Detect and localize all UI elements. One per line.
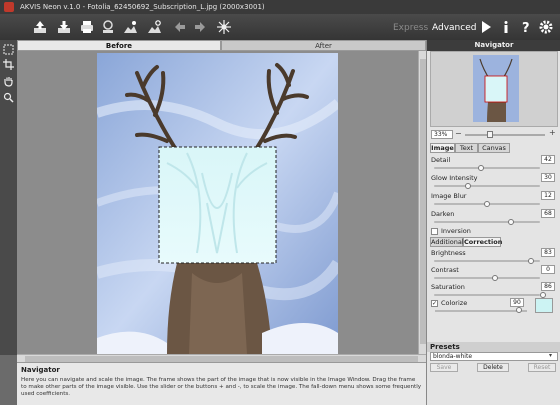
window-title: AKVIS Neon v.1.0 - Fotolia_62450692_Subs… <box>20 3 265 11</box>
mode-express-button[interactable]: Express <box>393 23 428 33</box>
param-value-input[interactable]: 86 <box>541 282 555 291</box>
gear-icon[interactable] <box>536 17 556 37</box>
param-slider[interactable] <box>434 277 540 279</box>
param-label: Brightness <box>431 249 466 257</box>
process-icon[interactable] <box>214 17 234 37</box>
hand-tool-icon[interactable] <box>2 75 15 88</box>
undo-icon[interactable] <box>170 17 190 37</box>
main-toolbar: Express Advanced ? <box>0 14 560 40</box>
view-tabs: Before After <box>17 40 426 51</box>
colorize-slider[interactable] <box>435 310 527 312</box>
tab-text[interactable]: Text <box>455 143 478 153</box>
param-label: Image Blur <box>431 192 467 200</box>
param-value-input[interactable]: 30 <box>541 173 555 182</box>
settings-panel: Navigator 33% − + Image Text Canvas Deta… <box>426 40 560 405</box>
preset-select[interactable]: blonda-white <box>430 352 558 361</box>
slider-knob[interactable] <box>484 201 490 207</box>
zoom-out-icon[interactable]: − <box>455 129 463 139</box>
tab-after[interactable]: After <box>221 40 426 51</box>
slider-knob[interactable] <box>492 275 498 281</box>
slider-knob[interactable] <box>465 183 471 189</box>
vertical-scrollbar[interactable] <box>418 51 426 354</box>
inversion-label: Inversion <box>441 227 471 235</box>
colorize-checkbox[interactable]: ✓ <box>431 300 438 307</box>
crop-tool-icon[interactable] <box>2 58 15 71</box>
info-icon[interactable] <box>496 17 516 37</box>
save-file-icon[interactable] <box>54 17 74 37</box>
inversion-checkbox[interactable] <box>431 228 438 235</box>
mode-advanced-button[interactable]: Advanced <box>432 23 476 33</box>
run-icon[interactable] <box>476 17 496 37</box>
colorize-color-swatch[interactable] <box>535 298 553 313</box>
help-title: Navigator <box>21 366 60 374</box>
param-slider[interactable] <box>434 294 540 296</box>
help-icon[interactable]: ? <box>516 17 536 37</box>
colorize-slider-knob[interactable] <box>516 307 522 313</box>
navigator-box <box>430 51 558 127</box>
param-label: Contrast <box>431 266 459 274</box>
tab-canvas[interactable]: Canvas <box>478 143 510 153</box>
title-bar: AKVIS Neon v.1.0 - Fotolia_62450692_Subs… <box>0 0 560 14</box>
navigator-title: Navigator <box>427 40 560 51</box>
slider-knob[interactable] <box>528 258 534 264</box>
colorize-label: Colorize <box>441 299 468 307</box>
param-slider[interactable] <box>434 221 540 223</box>
share-icon[interactable] <box>98 17 118 37</box>
zoom-in-icon[interactable]: + <box>549 128 557 138</box>
help-text: Here you can navigate and scale the imag… <box>21 377 422 397</box>
chevron-down-icon[interactable]: ▾ <box>549 352 552 359</box>
open-file-icon[interactable] <box>30 17 50 37</box>
param-value-input[interactable]: 0 <box>541 265 555 274</box>
param-label: Detail <box>431 156 451 164</box>
app-logo-icon <box>4 2 14 12</box>
param-slider[interactable] <box>434 167 540 169</box>
tab-image[interactable]: Image <box>430 143 455 153</box>
colorize-value-input[interactable]: 90 <box>510 298 524 307</box>
slider-knob[interactable] <box>508 219 514 225</box>
param-label: Glow Intensity <box>431 174 478 182</box>
reset-preset-button[interactable]: Reset <box>528 363 556 372</box>
batch-settings-icon[interactable] <box>144 17 164 37</box>
presets-title: Presets <box>427 342 560 352</box>
zoom-tool-icon[interactable] <box>2 91 15 104</box>
delete-preset-button[interactable]: Delete <box>477 363 509 372</box>
slider-knob[interactable] <box>478 165 484 171</box>
param-value-input[interactable]: 68 <box>541 209 555 218</box>
param-label: Darken <box>431 210 455 218</box>
zoom-slider-knob[interactable] <box>487 131 493 138</box>
redo-icon[interactable] <box>190 17 210 37</box>
param-value-input[interactable]: 42 <box>541 155 555 164</box>
svg-text:?: ? <box>522 21 530 35</box>
tab-additional[interactable]: Additional <box>430 237 464 247</box>
param-label: Saturation <box>431 283 465 291</box>
preview-image[interactable] <box>97 53 338 354</box>
navigator-thumbnail[interactable] <box>473 55 519 122</box>
zoom-slider[interactable] <box>465 134 545 136</box>
help-panel: Navigator Here you can navigate and scal… <box>17 362 426 405</box>
param-tabs: Image Text Canvas <box>430 143 558 153</box>
select-tool-icon[interactable] <box>2 43 15 56</box>
param-value-input[interactable]: 12 <box>541 191 555 200</box>
tools-strip <box>0 40 17 355</box>
save-preset-button[interactable]: Save <box>430 363 458 372</box>
param-slider[interactable] <box>434 185 540 187</box>
tab-correction[interactable]: Correction <box>463 237 502 247</box>
print-icon[interactable] <box>77 17 97 37</box>
tab-before[interactable]: Before <box>17 40 221 51</box>
zoom-select[interactable]: 33% <box>431 130 453 139</box>
batch-icon[interactable] <box>120 17 140 37</box>
param-value-input[interactable]: 83 <box>541 248 555 257</box>
param-slider[interactable] <box>434 260 540 262</box>
horizontal-scrollbar[interactable] <box>17 354 426 362</box>
